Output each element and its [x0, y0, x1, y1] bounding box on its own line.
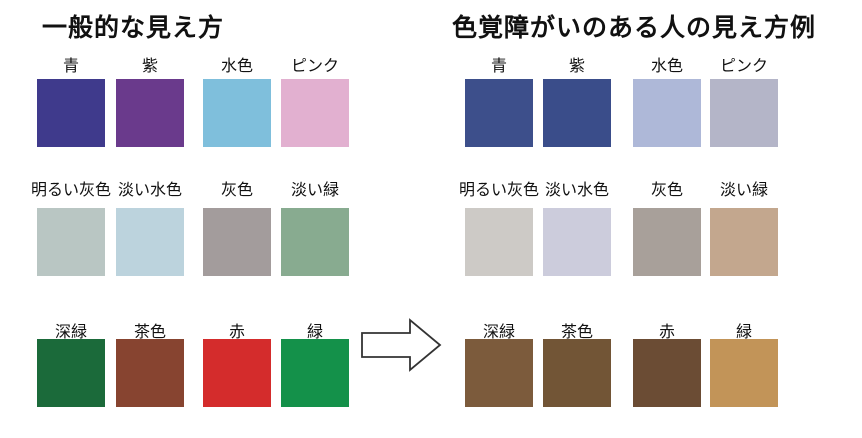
right-swatch-label: 青 [490, 56, 507, 75]
left-color-swatch [116, 208, 184, 276]
right-color-swatch [465, 79, 533, 147]
right-arrow-icon [361, 318, 442, 372]
right-color-swatch [543, 208, 611, 276]
right-swatch-label: 紫 [568, 56, 585, 75]
left-swatch-label: 明るい灰色 [30, 180, 111, 199]
right-swatch-label: 淡い水色 [544, 180, 609, 199]
right-swatch-label: 明るい灰色 [458, 180, 539, 199]
left-swatch-label: ピンク [290, 56, 339, 75]
right-color-swatch [543, 339, 611, 407]
left-color-swatch [37, 339, 105, 407]
left-color-swatch [37, 208, 105, 276]
left-color-swatch [203, 339, 271, 407]
left-color-swatch [281, 339, 349, 407]
left-swatch-label: 淡い水色 [117, 180, 182, 199]
right-color-swatch [710, 79, 778, 147]
left-color-swatch [203, 79, 271, 147]
right-title: 色覚障がいのある人の見え方例 [452, 13, 817, 42]
left-color-swatch [116, 79, 184, 147]
left-color-swatch [203, 208, 271, 276]
left-color-swatch [37, 79, 105, 147]
left-swatch-label: 水色 [220, 56, 253, 75]
right-color-swatch [633, 79, 701, 147]
right-color-swatch [710, 208, 778, 276]
right-color-swatch [633, 339, 701, 407]
right-color-swatch [633, 208, 701, 276]
left-color-swatch [116, 339, 184, 407]
right-swatch-label: ピンク [719, 56, 768, 75]
right-color-swatch [465, 208, 533, 276]
left-swatch-label: 紫 [141, 56, 158, 75]
left-swatch-label: 淡い緑 [290, 180, 339, 199]
right-color-swatch [543, 79, 611, 147]
left-swatch-label: 青 [62, 56, 79, 75]
right-color-swatch [710, 339, 778, 407]
left-color-swatch [281, 79, 349, 147]
left-swatch-label: 灰色 [220, 180, 253, 199]
right-swatch-label: 淡い緑 [719, 180, 768, 199]
left-title: 一般的な見え方 [42, 13, 225, 42]
right-color-swatch [465, 339, 533, 407]
left-color-swatch [281, 208, 349, 276]
